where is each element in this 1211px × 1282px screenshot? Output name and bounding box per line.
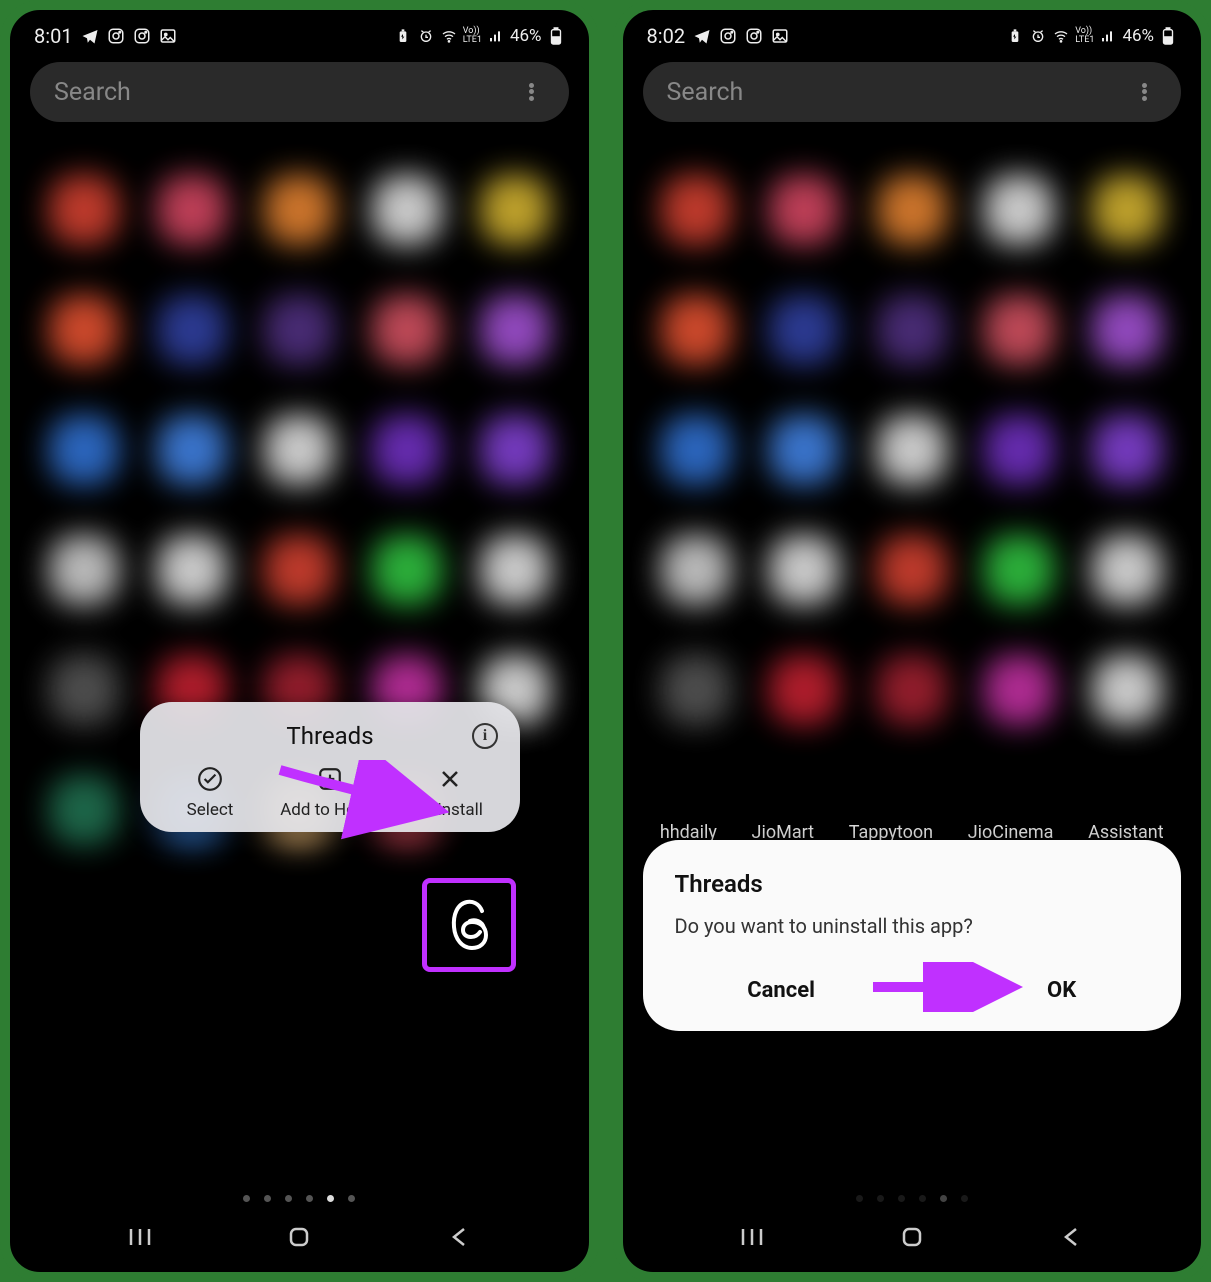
dialog-message: Do you want to uninstall this app? (675, 914, 1150, 938)
battery-saver-icon (394, 27, 412, 45)
recents-button[interactable] (732, 1224, 772, 1250)
add-home-icon (315, 764, 345, 794)
alarm-icon (1029, 27, 1047, 45)
phone-screenshot-left: 8:01 Vo))LTE1 46% Search (0, 0, 599, 1282)
app-context-menu: Threads i Select Add to Home Uninstall (140, 702, 520, 832)
volte-icon: Vo))LTE1 (463, 27, 482, 45)
battery-icon (547, 27, 565, 45)
battery-icon (1159, 27, 1177, 45)
cancel-button[interactable]: Cancel (717, 968, 845, 1013)
back-button[interactable] (439, 1224, 479, 1250)
threads-app-highlight[interactable] (422, 878, 516, 972)
instagram-icon (107, 27, 125, 45)
app-drawer-grid (30, 150, 569, 1202)
close-icon (435, 764, 465, 794)
volte-icon: Vo))LTE1 (1075, 27, 1094, 45)
wifi-icon (1052, 27, 1070, 45)
status-bar: 8:01 Vo))LTE1 46% (10, 10, 589, 52)
battery-saver-icon (1006, 27, 1024, 45)
signal-icon (487, 27, 505, 45)
instagram-icon (719, 27, 737, 45)
instagram-icon (133, 27, 151, 45)
alarm-icon (417, 27, 435, 45)
select-label: Select (187, 800, 234, 820)
instagram-icon (745, 27, 763, 45)
ok-button[interactable]: OK (1017, 968, 1106, 1013)
uninstall-label: Uninstall (417, 800, 483, 820)
select-action[interactable]: Select (155, 764, 265, 820)
recents-button[interactable] (120, 1224, 160, 1250)
status-time: 8:02 (647, 24, 686, 48)
navigation-bar (10, 1212, 589, 1262)
status-time: 8:01 (34, 24, 73, 48)
back-button[interactable] (1051, 1224, 1091, 1250)
battery-pct: 46% (1122, 26, 1154, 46)
signal-icon (1099, 27, 1117, 45)
home-button[interactable] (892, 1224, 932, 1250)
page-indicator (623, 1195, 1202, 1202)
uninstall-dialog: Threads Do you want to uninstall this ap… (643, 840, 1182, 1031)
phone-screenshot-right: 8:02 Vo))LTE1 46% Search (613, 0, 1211, 1282)
more-options-icon[interactable] (1131, 79, 1157, 105)
gallery-icon (159, 27, 177, 45)
status-bar: 8:02 Vo))LTE1 46% (623, 10, 1202, 52)
search-bar[interactable]: Search (30, 62, 569, 122)
navigation-bar (623, 1212, 1202, 1262)
telegram-icon (693, 27, 711, 45)
add-to-home-action[interactable]: Add to Home (275, 764, 385, 820)
more-options-icon[interactable] (519, 79, 545, 105)
uninstall-action[interactable]: Uninstall (395, 764, 505, 820)
popup-title: Threads (286, 722, 373, 750)
dialog-title: Threads (675, 870, 1150, 898)
select-icon (195, 764, 225, 794)
home-button[interactable] (279, 1224, 319, 1250)
search-bar[interactable]: Search (643, 62, 1182, 122)
search-placeholder: Search (54, 78, 131, 107)
search-placeholder: Search (667, 78, 744, 107)
add-home-label: Add to Home (280, 800, 380, 820)
gallery-icon (771, 27, 789, 45)
wifi-icon (440, 27, 458, 45)
battery-pct: 46% (510, 26, 542, 46)
telegram-icon (81, 27, 99, 45)
page-indicator (10, 1195, 589, 1202)
app-drawer-grid (643, 150, 1182, 1202)
info-icon[interactable]: i (472, 723, 498, 749)
threads-icon (433, 889, 505, 961)
